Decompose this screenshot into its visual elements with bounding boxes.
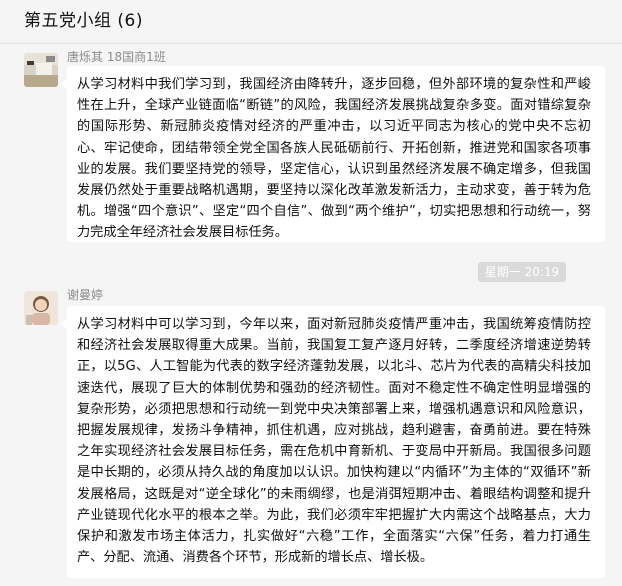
message-text: 从学习材料中我们学习到，我国经济由降转升，逐步回稳，但外部环境的复杂性和严峻性在…	[77, 77, 591, 241]
avatar[interactable]	[24, 53, 58, 87]
avatar[interactable]	[24, 291, 58, 325]
chat-header: 第五党小组 (6)	[0, 0, 622, 44]
message-bubble[interactable]: 从学习材料中我们学习到，我国经济由降转升，逐步回稳，但外部环境的复杂性和严峻性在…	[61, 66, 605, 242]
message-text: 从学习材料中可以学习到，今年以来，面对新冠肺炎疫情严重冲击，我国统筹疫情防控和经…	[77, 317, 591, 566]
chat-title: 第五党小组 (6)	[24, 11, 143, 31]
message-bubble[interactable]: 从学习材料中可以学习到，今年以来，面对新冠肺炎疫情严重冲击，我国统筹疫情防控和经…	[61, 306, 605, 578]
timestamp-badge: 星期一 20:19	[478, 262, 566, 282]
sender-name: 唐烁其 18国商1班	[67, 50, 166, 64]
sender-name: 谢曼婷	[67, 288, 104, 302]
